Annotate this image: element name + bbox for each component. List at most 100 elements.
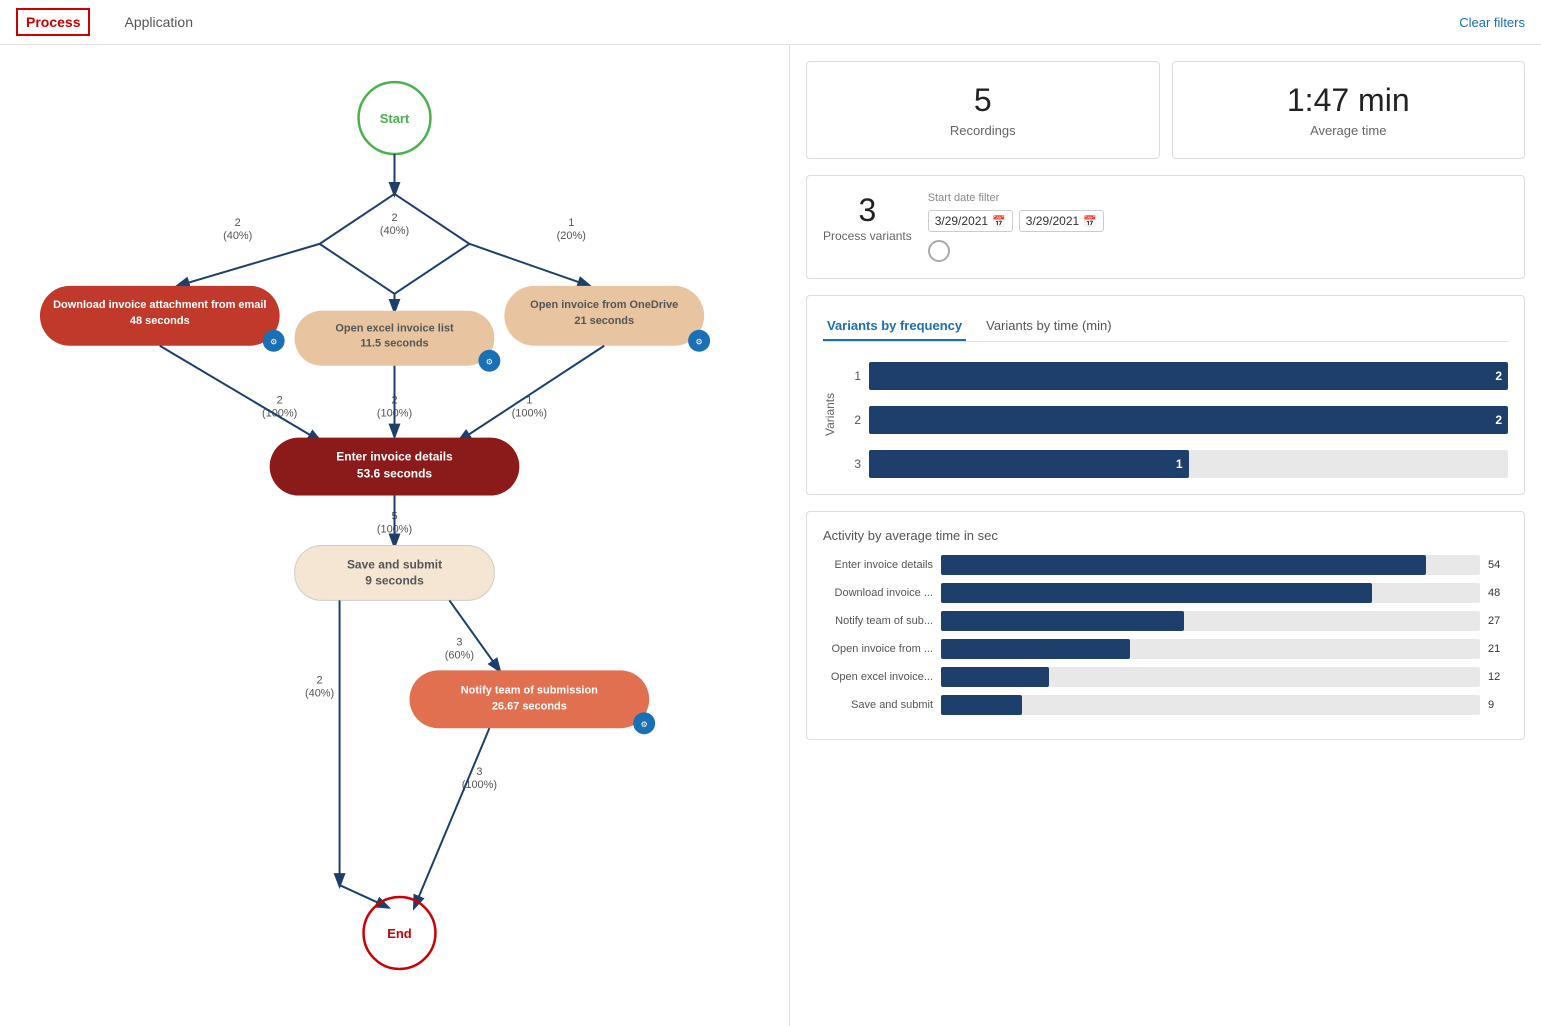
save-submit-time: 9 seconds	[365, 573, 424, 587]
activity-value-save-submit: 9	[1488, 699, 1508, 711]
start-date-value: 3/29/2021	[935, 214, 988, 228]
activity-value-enter-invoice: 54	[1488, 559, 1508, 571]
activity-value-notify: 27	[1488, 615, 1508, 627]
activity-bar-notify: Notify team of sub... 27	[823, 611, 1508, 631]
bar-track-3: 1	[869, 450, 1508, 478]
edge-label-excel-count: 2	[391, 212, 397, 224]
edge-diamond-download	[178, 244, 320, 286]
tab-variants-frequency[interactable]: Variants by frequency	[823, 312, 966, 341]
tab-variants-time[interactable]: Variants by time (min)	[982, 312, 1115, 341]
stat-cards: 5 Recordings 1:47 min Average time	[806, 61, 1525, 159]
activity-track-open-onedrive	[941, 639, 1480, 659]
activity-fill-open-excel	[941, 667, 1049, 687]
enter-invoice-time: 53.6 seconds	[357, 467, 433, 481]
download-invoice-text: Download invoice attachment from email	[53, 299, 266, 311]
activity-label-open-excel: Open excel invoice...	[823, 671, 933, 683]
bar-variant-2-label: 2	[845, 413, 861, 427]
bar-row-2: 2 2	[845, 406, 1508, 434]
clear-filters-button[interactable]: Clear filters	[1459, 15, 1525, 30]
activity-label-notify: Notify team of sub...	[823, 615, 933, 627]
activity-fill-enter-invoice	[941, 555, 1426, 575]
variants-count-block: 3 Process variants	[823, 192, 912, 243]
activity-label-open-onedrive: Open invoice from ...	[823, 643, 933, 655]
nav-tabs: Process Application	[16, 8, 203, 36]
edge-save-end-count: 2	[317, 674, 323, 686]
enter-invoice-text: Enter invoice details	[336, 450, 453, 464]
activity-value-download: 48	[1488, 587, 1508, 599]
bar-value-1: 2	[1495, 369, 1502, 383]
activity-track-download	[941, 583, 1480, 603]
end-date-input[interactable]: 3/29/2021 📅	[1019, 210, 1104, 232]
activity-track-notify	[941, 611, 1480, 631]
activity-chart-title: Activity by average time in sec	[823, 528, 1508, 543]
start-label: Start	[380, 111, 410, 126]
average-time-value: 1:47 min	[1189, 82, 1509, 119]
bar-value-3: 1	[1176, 457, 1183, 471]
notify-team-time: 26.67 seconds	[492, 700, 567, 712]
activity-label-download: Download invoice ...	[823, 587, 933, 599]
bar-fill-3: 1	[869, 450, 1189, 478]
variants-count-label: Process variants	[823, 229, 912, 243]
tab-application[interactable]: Application	[114, 8, 203, 36]
variants-chart-wrap: Variants 1 2 2 2	[823, 354, 1508, 478]
activity-track-open-excel	[941, 667, 1480, 687]
bar-track-1: 2	[869, 362, 1508, 390]
edge-download-enter	[160, 346, 320, 441]
activity-bar-save-submit: Save and submit 9	[823, 695, 1508, 715]
save-submit-text: Save and submit	[347, 557, 442, 571]
activity-track-save-submit	[941, 695, 1480, 715]
average-time-card: 1:47 min Average time	[1172, 61, 1526, 159]
download-badge-icon: ⚙	[270, 338, 277, 347]
download-invoice-time: 48 seconds	[130, 315, 190, 327]
average-time-label: Average time	[1189, 123, 1509, 138]
edge-label-download-pct: (40%)	[223, 230, 252, 242]
date-filter-label: Start date filter	[928, 192, 1508, 204]
date-inputs: 3/29/2021 📅 3/29/2021 📅	[928, 210, 1508, 232]
edge-label-download-count: 2	[235, 217, 241, 229]
edge-save-notify-count: 3	[456, 636, 462, 648]
edge-notify-end	[414, 728, 489, 907]
recordings-value: 5	[823, 82, 1143, 119]
main-layout: Start 2 (40%) 2 (40%) 1 (20%) Download i…	[0, 45, 1541, 1026]
open-onedrive-text: Open invoice from OneDrive	[530, 299, 678, 311]
edge-label-onedrive-pct: (20%)	[557, 230, 586, 242]
y-axis-label: Variants	[823, 354, 837, 474]
edge-label-onedrive-count: 1	[568, 217, 574, 229]
activity-fill-save-submit	[941, 695, 1022, 715]
notify-team-node[interactable]	[409, 670, 649, 728]
start-date-input[interactable]: 3/29/2021 📅	[928, 210, 1013, 232]
activity-bar-enter-invoice: Enter invoice details 54	[823, 555, 1508, 575]
activity-label-save-submit: Save and submit	[823, 699, 933, 711]
bar-row-1: 1 2	[845, 362, 1508, 390]
edge-label-excel-pct: (40%)	[380, 225, 409, 237]
end-label: End	[387, 926, 412, 941]
diamond-node	[320, 194, 470, 294]
activity-track-enter-invoice	[941, 555, 1480, 575]
edge-save-end-pct: (40%)	[305, 687, 334, 699]
edge-save-notify-pct: (60%)	[445, 649, 474, 661]
open-onedrive-time: 21 seconds	[574, 315, 634, 327]
edge-diamond-onedrive	[469, 244, 589, 286]
tab-process[interactable]: Process	[16, 8, 90, 36]
top-nav: Process Application Clear filters	[0, 0, 1541, 45]
activity-fill-download	[941, 583, 1372, 603]
diagram-panel: Start 2 (40%) 2 (40%) 1 (20%) Download i…	[0, 45, 790, 1026]
activity-value-open-excel: 12	[1488, 671, 1508, 683]
activity-fill-notify	[941, 611, 1184, 631]
edge-notify-end-count: 3	[476, 766, 482, 778]
bar-fill-2: 2	[869, 406, 1508, 434]
activity-bar-open-onedrive: Open invoice from ... 21	[823, 639, 1508, 659]
activity-value-open-onedrive: 21	[1488, 643, 1508, 655]
variants-card: 3 Process variants Start date filter 3/2…	[806, 175, 1525, 279]
open-excel-text: Open excel invoice list	[335, 323, 454, 335]
variants-chart-card: Variants by frequency Variants by time (…	[806, 295, 1525, 495]
stats-panel: 5 Recordings 1:47 min Average time 3 Pro…	[790, 45, 1541, 1026]
bar-fill-1: 2	[869, 362, 1508, 390]
chart-tabs: Variants by frequency Variants by time (…	[823, 312, 1508, 342]
activity-bar-download: Download invoice ... 48	[823, 583, 1508, 603]
open-excel-time: 11.5 seconds	[360, 338, 428, 350]
bar-value-2: 2	[1495, 413, 1502, 427]
toggle-circle[interactable]	[928, 240, 950, 262]
notify-team-text: Notify team of submission	[461, 684, 598, 696]
bar-variant-3-label: 3	[845, 457, 861, 471]
